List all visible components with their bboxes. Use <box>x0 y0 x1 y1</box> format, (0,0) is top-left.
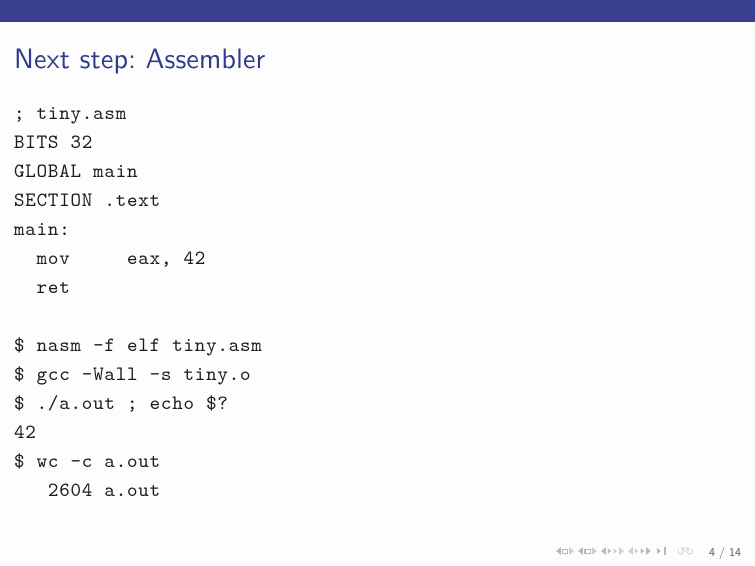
slide-header-bar <box>0 0 755 22</box>
page-number: 4 / 14 <box>709 542 741 560</box>
slide-title: Next step: Assembler <box>0 22 755 77</box>
nav-next-section-icon[interactable] <box>628 547 651 555</box>
nav-controls: ↺↻ <box>556 543 693 559</box>
code-block: ; tiny.asm BITS 32 GLOBAL main SECTION .… <box>0 77 755 505</box>
nav-prev-frame-icon[interactable] <box>578 547 597 555</box>
nav-prev-slide-icon[interactable] <box>556 547 574 555</box>
nav-prev-section-icon[interactable] <box>601 547 624 555</box>
page-total: 14 <box>729 542 741 560</box>
nav-end-icon[interactable] <box>660 547 666 555</box>
nav-cycle-icon[interactable]: ↺↻ <box>677 543 693 559</box>
slide-footer: ↺↻ 4 / 14 <box>556 542 741 560</box>
page-sep: / <box>715 542 729 560</box>
